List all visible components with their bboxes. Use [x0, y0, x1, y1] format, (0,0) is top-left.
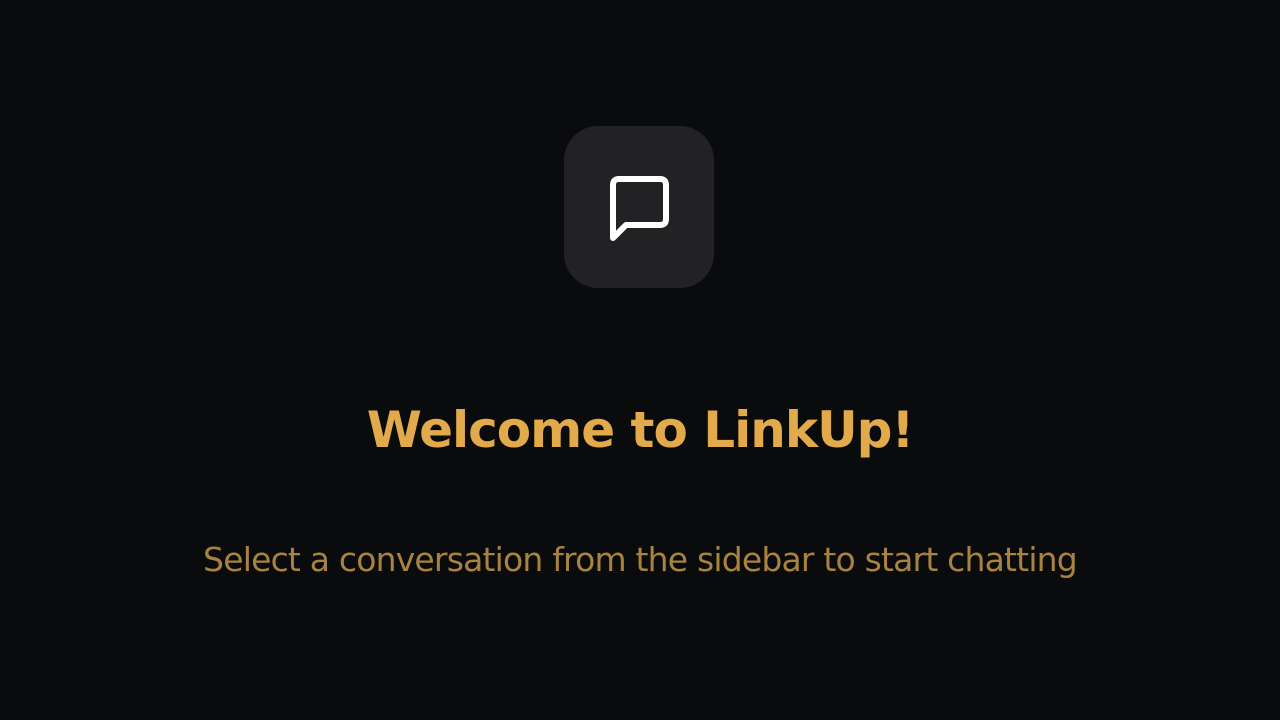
chat-icon-tile — [564, 126, 714, 288]
message-square-icon — [610, 176, 669, 241]
welcome-subtitle: Select a conversation from the sidebar t… — [203, 540, 1078, 579]
welcome-title: Welcome to LinkUp! — [366, 401, 915, 459]
welcome-screen: Welcome to LinkUp! Select a conversation… — [0, 0, 1280, 720]
